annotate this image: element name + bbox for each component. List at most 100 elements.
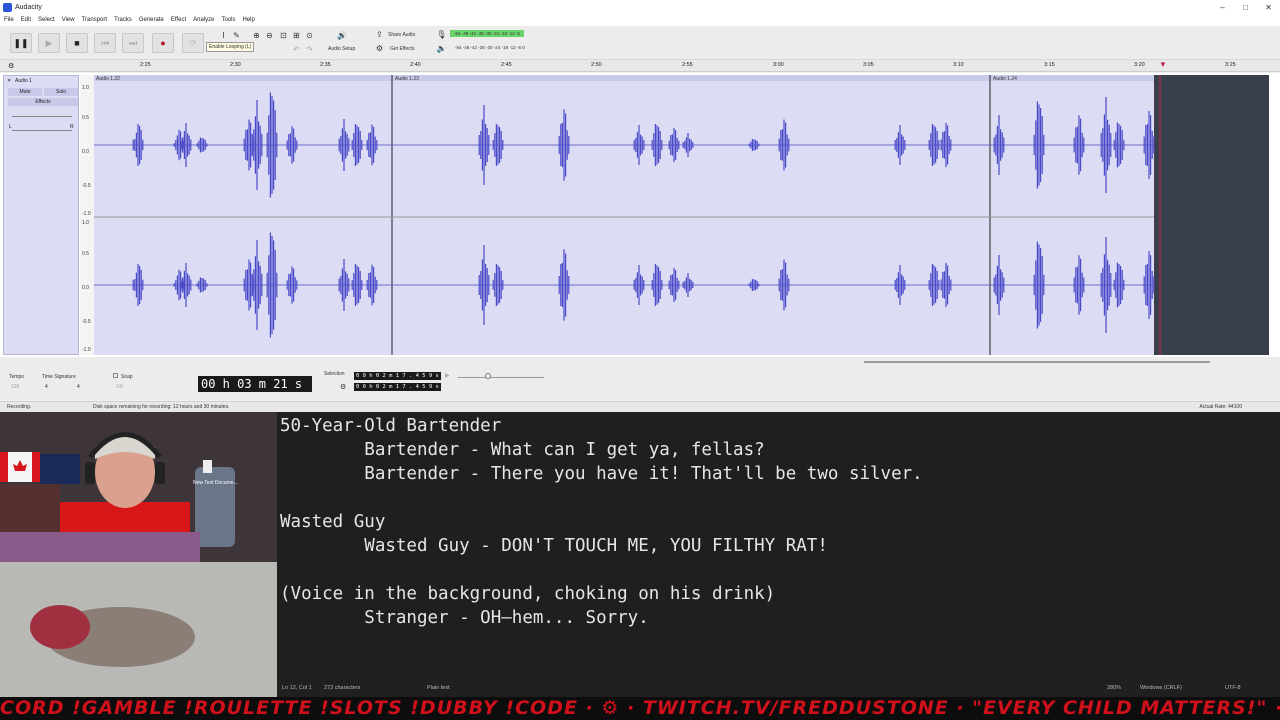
audio-setup-icon[interactable]: 🔊	[335, 30, 349, 41]
play-button[interactable]: ▶	[38, 33, 60, 53]
speed-slider-thumb[interactable]	[485, 373, 491, 379]
share-audio-button[interactable]: Share Audio	[388, 32, 415, 38]
record-button[interactable]: ●	[152, 33, 174, 53]
stop-icon: ■	[74, 38, 80, 48]
play-icon: ▶	[45, 37, 53, 48]
get-effects-button[interactable]: Get Effects	[390, 46, 415, 52]
headphone-left	[85, 462, 95, 484]
scale-label: -1.0	[82, 211, 91, 217]
menu-generate[interactable]: Generate	[139, 15, 164, 26]
selection-start-field[interactable]: 0 0 h 0 2 m 1 7 . 4 5 9 s	[354, 372, 441, 380]
menu-analyze[interactable]: Analyze	[193, 15, 214, 26]
redo-icon[interactable]: ↷	[304, 44, 315, 55]
loop-button[interactable]: ⟳	[182, 33, 204, 53]
timeline-ruler[interactable]: ⚙ 2:25 2:30 2:35 2:40 2:45 2:50 2:55 3:0…	[0, 60, 1280, 72]
snap-checkbox[interactable]	[113, 373, 118, 378]
ruler-tick: 3:10	[953, 62, 964, 68]
time-signature-denominator[interactable]: 4	[77, 384, 80, 390]
scrollbar-thumb[interactable]	[864, 361, 1210, 363]
ruler-tick: 2:35	[320, 62, 331, 68]
headphone-right	[155, 462, 165, 484]
zoom-toggle-icon[interactable]: ⊙	[304, 30, 315, 41]
solo-button[interactable]: Solo	[44, 88, 78, 96]
zoom-in-icon[interactable]: ⊕	[251, 30, 262, 41]
status-disk: Disk space remaining for recording: 12 h…	[93, 404, 230, 410]
playhead-marker-icon[interactable]: ▼	[1159, 60, 1167, 69]
skip-end-button[interactable]: ⏭	[122, 33, 144, 53]
snap-select[interactable]: 1/8	[116, 384, 123, 390]
menu-select[interactable]: Select	[38, 15, 55, 26]
selection-end-field[interactable]: 0 0 h 0 2 m 1 7 . 4 5 9 s	[354, 383, 441, 391]
menu-tracks[interactable]: Tracks	[114, 15, 132, 26]
skip-start-button[interactable]: ⏮	[94, 33, 116, 53]
cursor-position: Ln 12, Col 1	[282, 685, 312, 691]
line-ending[interactable]: Windows (CRLF)	[1140, 685, 1182, 691]
track-name[interactable]: Audio 1	[15, 78, 32, 84]
record-icon: ●	[160, 38, 166, 48]
timeline-options-icon[interactable]: ⚙	[8, 62, 14, 70]
menu-edit[interactable]: Edit	[21, 15, 31, 26]
menu-tools[interactable]: Tools	[221, 15, 235, 26]
ruler-tick: 3:20	[1134, 62, 1145, 68]
time-signature-numerator[interactable]: 4	[45, 384, 48, 390]
tempo-label: Tempo	[9, 374, 25, 380]
pause-button[interactable]: ❚❚	[10, 33, 32, 53]
clip-label[interactable]: Audio 1.24	[993, 76, 1017, 82]
fit-project-icon[interactable]: ⊞	[291, 30, 302, 41]
maximize-button[interactable]: □	[1234, 3, 1257, 12]
notepad-editor[interactable]: 50-Year-Old Bartender Bartender - What c…	[277, 412, 1280, 700]
menu-transport[interactable]: Transport	[82, 15, 107, 26]
selection-options-icon[interactable]: ⚙	[340, 383, 346, 391]
clip-background	[94, 75, 1154, 355]
tempo-input[interactable]: 120	[11, 384, 19, 390]
menu-view[interactable]: View	[62, 15, 75, 26]
play-at-speed-icon[interactable]: ▶	[445, 372, 450, 379]
audio-setup-label[interactable]: Audio Setup	[328, 46, 355, 52]
scale-label: -0.5	[82, 183, 91, 189]
menu-file[interactable]: File	[4, 15, 14, 26]
minimize-button[interactable]: –	[1211, 3, 1234, 12]
fit-selection-icon[interactable]: ⊡	[278, 30, 289, 41]
undo-icon[interactable]: ↶	[291, 44, 302, 55]
skip-start-icon: ⏮	[100, 37, 110, 48]
menu-help[interactable]: Help	[242, 15, 254, 26]
get-effects-icon[interactable]: ⚙	[374, 43, 385, 54]
window-title: Audacity	[15, 4, 42, 11]
scale-label: 0.0	[82, 149, 89, 155]
select-tool-icon[interactable]: I	[218, 30, 229, 41]
gain-slider[interactable]	[12, 116, 72, 117]
share-audio-icon[interactable]: ⇪	[374, 29, 385, 40]
effects-button[interactable]: Effects	[8, 98, 78, 106]
track-close-icon[interactable]: ✕	[7, 78, 11, 84]
clip-label[interactable]: Audio 1.22	[96, 76, 120, 82]
text-line: Wasted Guy	[280, 512, 386, 532]
mute-button[interactable]: Mute	[8, 88, 42, 96]
snap-label: Snap	[121, 374, 133, 380]
zoom-out-icon[interactable]: ⊖	[264, 30, 275, 41]
stop-button[interactable]: ■	[66, 33, 88, 53]
time-display[interactable]: 00 h 03 m 21 s	[198, 376, 312, 392]
skip-end-icon: ⏭	[128, 37, 138, 48]
playback-meter[interactable]: -54 -48 -42 -36 -30 -24 -18 -12 -6 0	[455, 45, 525, 54]
encoding[interactable]: UTF-8	[1225, 685, 1241, 691]
clip-label[interactable]: Audio 1.23	[395, 76, 419, 82]
text-line: (Voice in the background, choking on his…	[280, 584, 776, 604]
pause-icon: ❚❚	[13, 37, 29, 48]
menu-effect[interactable]: Effect	[171, 15, 186, 26]
pan-slider[interactable]	[12, 130, 72, 131]
zoom-level[interactable]: 280%	[1107, 685, 1121, 691]
envelope-tool-icon[interactable]: ✎	[231, 30, 242, 41]
waveform-view[interactable]: Audio 1.22 Audio 1.23 Audio 1.24	[94, 75, 1269, 355]
playback-speed-slider[interactable]	[458, 377, 544, 378]
selection-label: Selection	[324, 371, 345, 377]
ruler-tick: 3:05	[863, 62, 874, 68]
track-control-panel: ✕ Audio 1 Mute Solo Effects L R	[3, 75, 79, 355]
status-rate: Actual Rate: 44100	[1199, 404, 1242, 410]
ruler-tick: 2:50	[591, 62, 602, 68]
close-button[interactable]: ✕	[1257, 3, 1280, 12]
horizontal-scrollbar[interactable]	[0, 357, 1280, 368]
webcam-image: New Text Docume...	[0, 412, 277, 700]
record-meter[interactable]: -54 -48 -42 -36 -30 -24 -18 -12 -6	[450, 30, 525, 39]
pan-right-label: R	[70, 124, 74, 130]
empty-track-region	[1154, 75, 1269, 355]
